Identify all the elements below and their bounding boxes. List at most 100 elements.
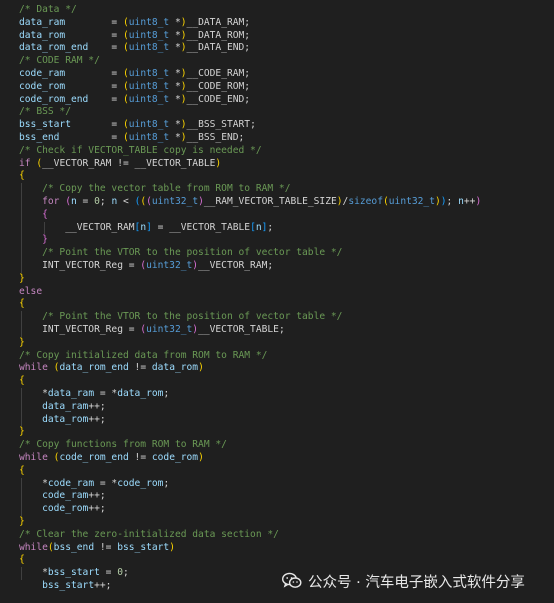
- code-token: ;: [267, 221, 274, 233]
- code-token: /* Copy functions from ROM to RAM */: [19, 439, 227, 451]
- code-token: /* Point the VTOR to the position of vec…: [42, 311, 343, 323]
- code-line: __VECTOR_RAM[n] = __VECTOR_TABLE[n];: [19, 222, 273, 235]
- watermark: 公众号 · 汽车电子嵌入式软件分享: [282, 571, 525, 591]
- code-token: __DATA_RAM;: [186, 16, 251, 28]
- code-line: code_ram++;: [19, 490, 106, 503]
- code-token: code_rom: [117, 477, 164, 489]
- code-token: uint32_t: [146, 260, 193, 271]
- code-token: data_rom_end: [19, 42, 89, 54]
- code-token: !=: [94, 541, 118, 553]
- code-line: code_rom++;: [19, 503, 106, 516]
- code-line: }: [19, 234, 48, 247]
- code-token: *: [169, 132, 181, 143]
- code-line: /* CODE RAM */: [19, 55, 100, 68]
- code-token: __DATA_END;: [186, 42, 251, 54]
- code-token: uint8_t: [128, 16, 170, 28]
- code-line: /* Check if VECTOR_TABLE copy is needed …: [19, 145, 262, 158]
- code-editor[interactable]: /* Data */ data_ram = (uint8_t *)__DATA_R…: [0, 0, 554, 603]
- code-token: {: [19, 170, 25, 182]
- code-line: bss_start = (uint8_t *)__BSS_START;: [19, 119, 256, 132]
- code-token: }: [19, 426, 25, 438]
- code-line: *code_ram = *code_rom;: [19, 478, 169, 491]
- code-token: {: [42, 208, 48, 220]
- code-token: ;: [122, 567, 129, 579]
- code-token: = *: [94, 477, 118, 489]
- code-token: uint8_t: [128, 29, 170, 41]
- code-token: =: [88, 42, 123, 54]
- code-token: __BSS_START;: [186, 119, 256, 131]
- code-token: ++;: [88, 503, 106, 515]
- code-token: code_rom: [42, 503, 89, 515]
- code-token: ): [198, 362, 204, 374]
- code-line: code_ram = (uint8_t *)__CODE_RAM;: [19, 68, 250, 81]
- code-line: }: [19, 516, 25, 529]
- code-token: bss_end: [19, 132, 60, 143]
- code-line: if (__VECTOR_RAM != __VECTOR_TABLE): [19, 158, 221, 171]
- code-token: =: [65, 80, 123, 92]
- code-token: ): [169, 541, 175, 553]
- wechat-icon: [282, 572, 302, 590]
- code-token: *: [19, 388, 48, 399]
- code-token: data_rom_end: [59, 362, 129, 374]
- code-line: /* Point the VTOR to the position of vec…: [19, 311, 342, 324]
- code-token: <: [117, 196, 135, 207]
- code-line: /* Point the VTOR to the position of vec…: [19, 247, 342, 260]
- code-token: for: [42, 196, 60, 207]
- code-token: /* Copy the vector table from ROM to RAM…: [42, 183, 291, 195]
- code-line: *data_ram = *data_rom;: [19, 388, 169, 401]
- code-token: data_rom: [151, 362, 199, 374]
- code-token: *: [169, 29, 181, 41]
- code-token: uint8_t: [128, 119, 170, 131]
- code-line: {: [19, 554, 25, 567]
- code-token: /* Copy initialized data from ROM to RAM…: [19, 349, 268, 361]
- code-token: __BSS_END;: [186, 132, 245, 143]
- code-token: ++;: [88, 400, 106, 412]
- code-token: bss_start: [47, 567, 100, 579]
- code-token: while: [19, 362, 48, 374]
- code-token: {: [19, 554, 25, 566]
- indent-guide: [21, 477, 22, 516]
- code-line: /* Copy the vector table from ROM to RAM…: [19, 183, 290, 196]
- code-token: {: [19, 375, 25, 387]
- code-token: *: [169, 42, 181, 54]
- indent-guide: [21, 567, 22, 580]
- indent-guide: [21, 183, 22, 273]
- code-line: INT_VECTOR_Reg = (uint32_t)__VECTOR_TABL…: [19, 324, 285, 337]
- code-token: = __VECTOR_TABLE: [151, 221, 251, 233]
- code-token: bss_start: [19, 119, 71, 131]
- code-token: ;: [446, 196, 459, 207]
- code-token: =: [88, 93, 123, 105]
- code-line: {: [19, 375, 25, 388]
- code-token: __DATA_ROM;: [186, 29, 251, 41]
- code-token: ++;: [88, 490, 106, 502]
- code-token: {: [19, 298, 25, 310]
- code-token: *: [19, 567, 48, 579]
- code-token: =: [59, 132, 123, 143]
- code-line: bss_start++;: [19, 580, 111, 593]
- code-token: if: [19, 157, 31, 169]
- code-token: ): [215, 157, 222, 169]
- code-line: while(bss_end != bss_start): [19, 542, 175, 555]
- code-line: else: [19, 286, 42, 299]
- code-token: bss_start: [42, 580, 95, 591]
- code-line: for (n = 0; n < (((uint32_t)__RAM_VECTOR…: [19, 196, 481, 209]
- code-line: data_rom++;: [19, 414, 106, 427]
- code-token: =: [65, 16, 123, 28]
- code-token: __CODE_END;: [186, 93, 251, 105]
- code-line: *bss_start = 0;: [19, 567, 129, 580]
- code-line: /* Copy initialized data from ROM to RAM…: [19, 350, 267, 363]
- code-token: __CODE_ROM;: [186, 80, 251, 92]
- code-token: __VECTOR_RAM: [19, 221, 135, 233]
- code-token: bss_start: [117, 541, 170, 553]
- code-token: uint8_t: [128, 80, 170, 92]
- code-token: code_rom: [151, 452, 199, 463]
- code-token: data_ram: [42, 400, 89, 412]
- code-token: uint8_t: [128, 42, 170, 54]
- code-line: /* Clear the zero-initialized data secti…: [19, 529, 279, 542]
